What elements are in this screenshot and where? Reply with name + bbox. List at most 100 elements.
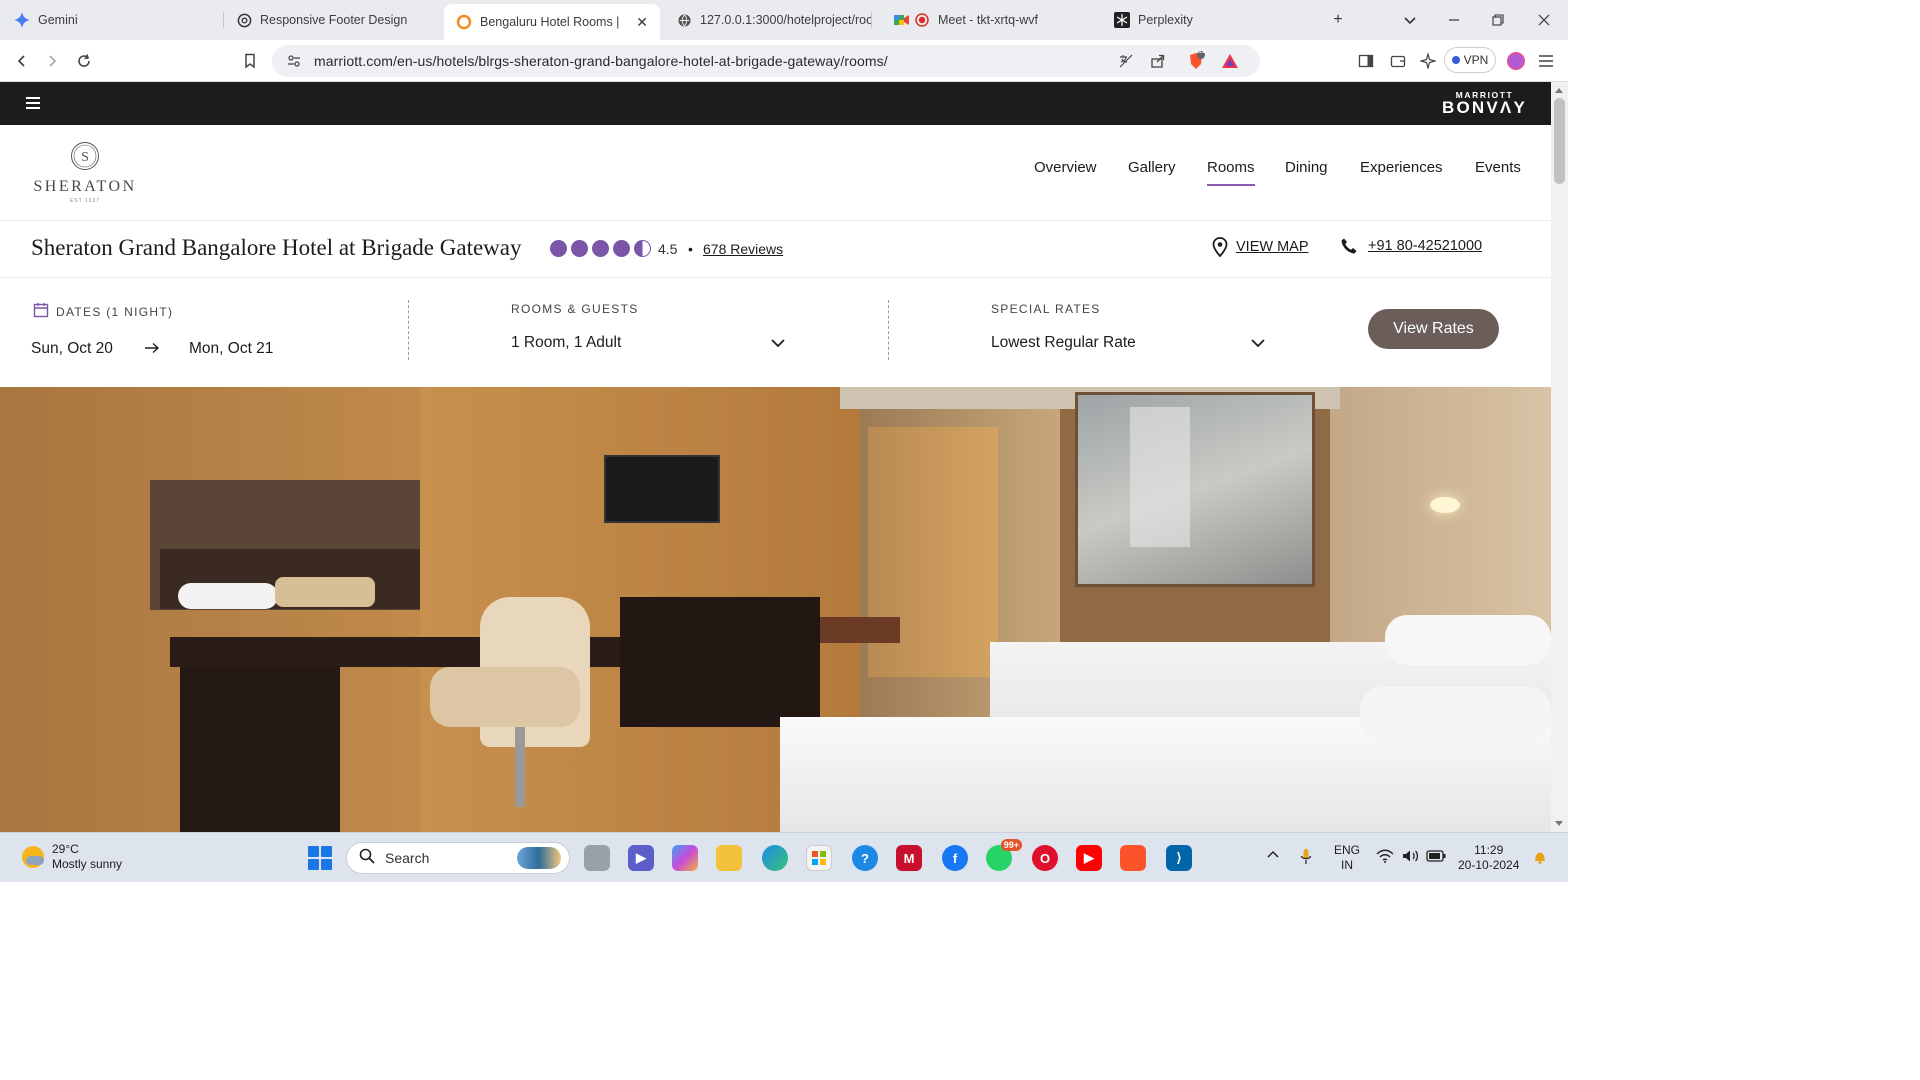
rating-value: 4.5	[658, 241, 678, 257]
check-in-date[interactable]: Sun, Oct 20	[31, 340, 113, 358]
gemini-icon	[14, 12, 30, 28]
hotel-name: Sheraton Grand Bangalore Hotel at Brigad…	[31, 235, 522, 260]
dates-label: DATES (1 NIGHT)	[56, 305, 174, 319]
clock-time: 11:29	[1474, 843, 1504, 857]
tab-search-chevron-icon[interactable]	[1398, 8, 1422, 32]
file-explorer-icon[interactable]	[716, 845, 742, 871]
site-top-bar: MARRIOTT BONVΛY	[0, 82, 1551, 125]
sheraton-logo[interactable]: S SHERATON EST 1937	[30, 141, 140, 204]
nav-dining[interactable]: Dining	[1285, 159, 1328, 176]
view-rates-button[interactable]: View Rates	[1368, 309, 1499, 349]
brave-rewards-icon[interactable]	[1218, 49, 1242, 73]
vpn-label: VPN	[1463, 53, 1489, 67]
clock-date: 20-10-2024	[1458, 858, 1520, 872]
reviews-link[interactable]: 678 Reviews	[703, 241, 783, 257]
share-icon[interactable]	[1146, 49, 1170, 73]
minimize-window-icon[interactable]	[1442, 8, 1466, 32]
profile-avatar[interactable]	[1504, 49, 1528, 73]
rating-circle-full	[571, 240, 588, 257]
tab-responsive-footer[interactable]: Responsive Footer Design	[236, 6, 436, 34]
youtube-icon[interactable]: ▶	[1076, 845, 1102, 871]
search-placeholder: Search	[385, 850, 430, 866]
tab-perplexity[interactable]: Perplexity	[1114, 6, 1310, 34]
vpn-status-icon	[1451, 56, 1460, 64]
back-icon[interactable]	[10, 49, 34, 73]
check-out-date[interactable]: Mon, Oct 21	[189, 340, 273, 358]
opera-icon[interactable]: O	[1032, 845, 1058, 871]
close-tab-icon[interactable]: ✕	[628, 14, 648, 31]
divider	[408, 300, 409, 360]
partly-sunny-icon	[22, 846, 44, 868]
chevron-down-icon	[1251, 339, 1265, 348]
edge-icon[interactable]	[762, 845, 788, 871]
facebook-icon[interactable]: f	[942, 845, 968, 871]
leo-ai-icon[interactable]	[1416, 49, 1440, 73]
sheraton-emblem-icon: S	[71, 142, 99, 170]
notification-bell-icon[interactable]	[1532, 849, 1548, 869]
copilot-icon[interactable]	[672, 845, 698, 871]
url-text[interactable]: marriott.com/en-us/hotels/blrgs-sheraton…	[314, 53, 888, 69]
mcafee-icon[interactable]: M	[896, 845, 922, 871]
marriott-bonvoy-logo[interactable]: MARRIOTT BONVΛY	[1442, 90, 1527, 116]
brave-shields-icon[interactable]: 19	[1184, 48, 1208, 73]
tab-localhost[interactable]: 127.0.0.1:3000/hotelproject/roo	[676, 6, 872, 34]
microphone-icon[interactable]	[1300, 848, 1312, 870]
sidebar-toggle-icon[interactable]	[1354, 49, 1378, 73]
scroll-down-icon[interactable]	[1555, 821, 1563, 826]
scrollbar-thumb[interactable]	[1554, 98, 1565, 184]
rooms-guests-value: 1 Room, 1 Adult	[511, 334, 622, 351]
brave-browser-icon[interactable]	[1120, 845, 1146, 871]
clock[interactable]: 11:29 20-10-2024	[1458, 843, 1519, 873]
special-rates-value: Lowest Regular Rate	[991, 334, 1136, 351]
tab-meet[interactable]: Meet - tkt-xrtq-wvf	[894, 6, 1090, 34]
search-icon	[359, 848, 375, 868]
phone-link[interactable]: +91 80-42521000	[1340, 237, 1482, 255]
tab-gemini[interactable]: Gemini	[14, 6, 224, 34]
rating-circle-half	[634, 240, 651, 257]
main-menu-icon[interactable]	[1534, 49, 1558, 73]
site-settings-icon[interactable]	[286, 53, 302, 69]
reload-icon[interactable]	[72, 49, 96, 73]
room-hero-image	[0, 387, 1551, 832]
microsoft-store-icon[interactable]	[806, 845, 832, 871]
meet-icon	[894, 12, 910, 28]
vscode-icon[interactable]: ⟩	[1166, 845, 1192, 871]
bookmark-icon[interactable]	[238, 49, 262, 73]
page-scrollbar[interactable]	[1551, 82, 1568, 832]
nav-experiences[interactable]: Experiences	[1360, 159, 1443, 176]
whatsapp-icon[interactable]: 99+	[986, 839, 1022, 871]
restore-window-icon[interactable]	[1486, 8, 1510, 32]
task-view-icon[interactable]	[584, 845, 610, 871]
map-pin-icon	[1212, 237, 1228, 257]
volume-icon[interactable]	[1402, 849, 1420, 867]
get-help-icon[interactable]: ?	[852, 845, 878, 871]
battery-icon[interactable]	[1426, 850, 1446, 866]
weather-widget[interactable]: 29°C Mostly sunny	[22, 842, 122, 872]
language-indicator[interactable]: ENG IN	[1334, 843, 1360, 873]
nav-overview[interactable]: Overview	[1034, 159, 1097, 176]
teams-meet-icon[interactable]: ▶	[628, 845, 654, 871]
openai-icon	[236, 12, 252, 28]
globe-icon	[676, 12, 692, 28]
show-hidden-icons[interactable]	[1266, 848, 1280, 863]
tab-bengaluru-hotel-rooms[interactable]: Bengaluru Hotel Rooms | S ✕	[444, 4, 660, 40]
address-bar[interactable]: marriott.com/en-us/hotels/blrgs-sheraton…	[272, 45, 1260, 77]
windows-start-icon[interactable]	[308, 846, 332, 870]
vpn-button[interactable]: VPN	[1444, 47, 1496, 73]
page-viewport: MARRIOTT BONVΛY S SHERATON EST 1937 Over…	[0, 82, 1551, 832]
taskbar-search[interactable]: Search	[346, 842, 570, 874]
wifi-icon[interactable]	[1376, 849, 1394, 867]
wallet-icon[interactable]	[1386, 49, 1410, 73]
nav-rooms[interactable]: Rooms	[1207, 159, 1255, 186]
nav-gallery[interactable]: Gallery	[1128, 159, 1176, 176]
forward-icon[interactable]	[40, 49, 64, 73]
menu-icon[interactable]	[26, 97, 40, 109]
close-window-icon[interactable]	[1532, 8, 1556, 32]
nav-events[interactable]: Events	[1475, 159, 1521, 176]
translate-off-icon[interactable]	[1114, 49, 1138, 73]
scroll-up-icon[interactable]	[1555, 88, 1563, 93]
search-highlight-icon	[517, 847, 561, 869]
chevron-down-icon	[771, 339, 785, 348]
new-tab-button[interactable]: +	[1326, 8, 1350, 32]
view-map-link[interactable]: VIEW MAP	[1212, 237, 1309, 257]
